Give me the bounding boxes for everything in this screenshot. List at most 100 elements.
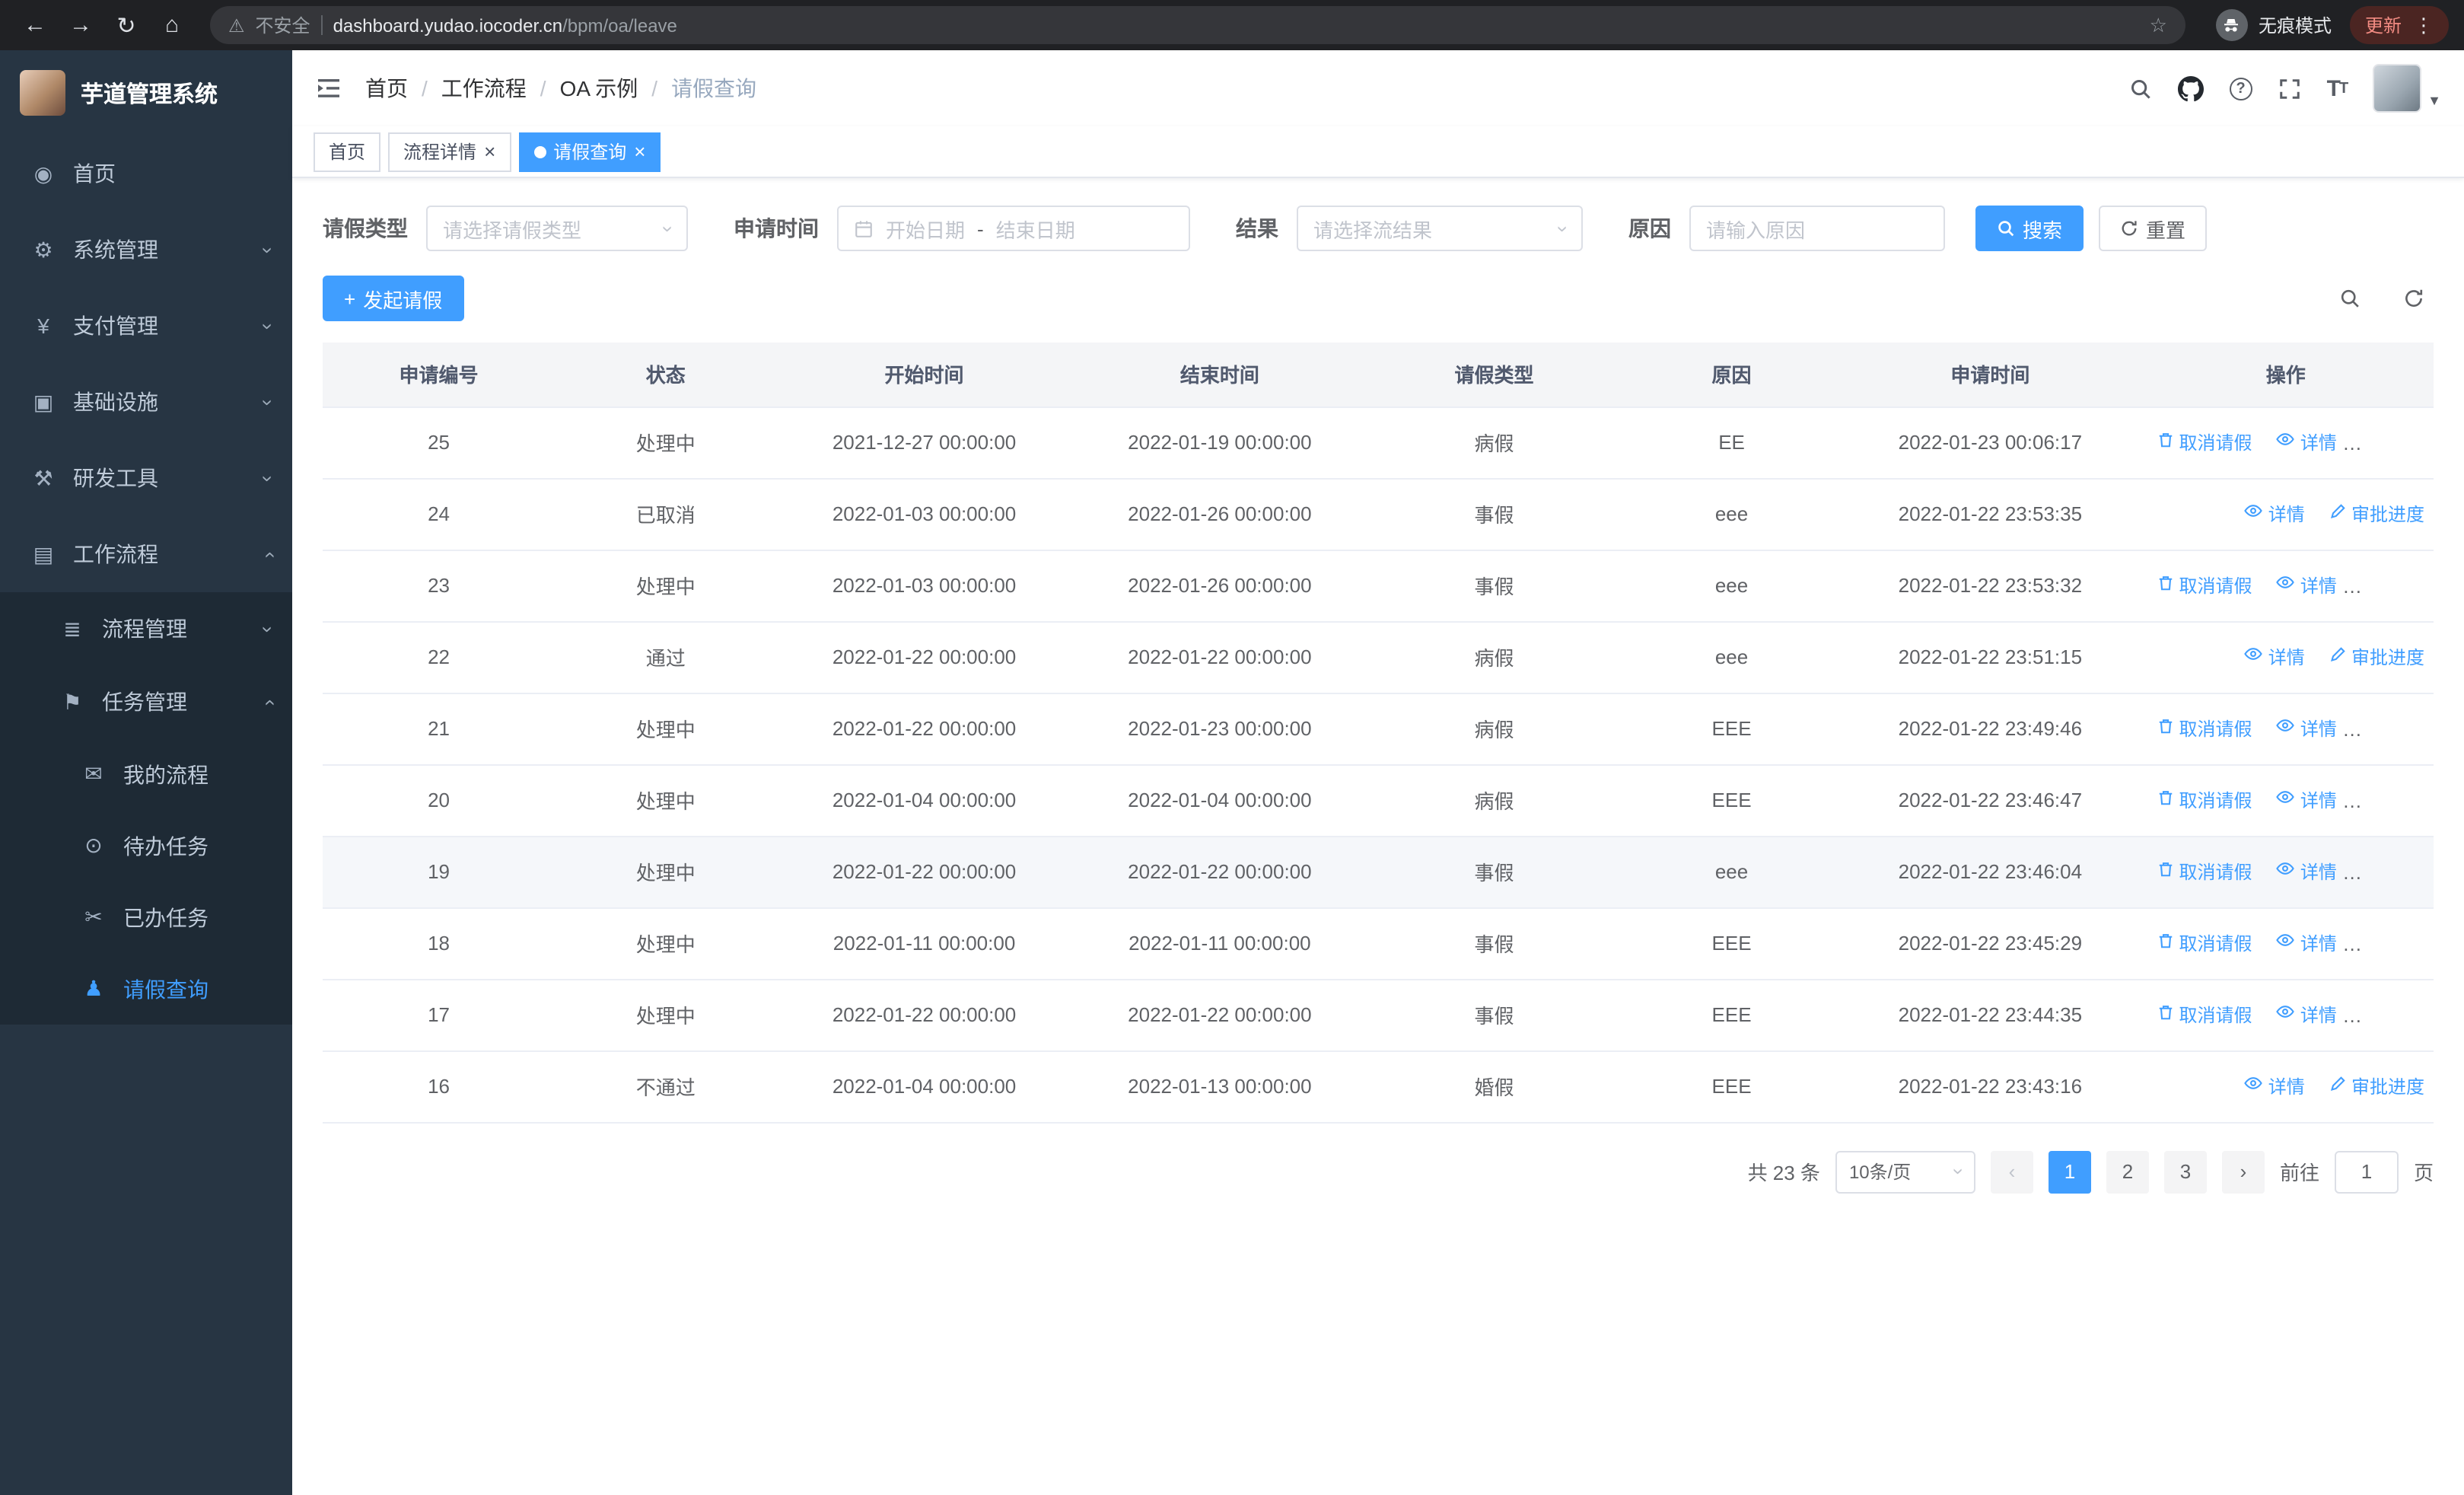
- cancel-leave-link[interactable]: 取消请假: [2157, 931, 2252, 957]
- bookmark-star-icon[interactable]: ☆: [2150, 13, 2167, 37]
- detail-link[interactable]: 详情: [2244, 501, 2305, 527]
- sidebar-item-请假查询[interactable]: ♟ 请假查询: [0, 953, 292, 1025]
- detail-link[interactable]: 详情: [2244, 1073, 2305, 1099]
- result-select[interactable]: 请选择流结果 ›: [1297, 206, 1583, 251]
- home-button[interactable]: ⌂: [152, 5, 192, 45]
- sidebar-item-label: 我的流程: [123, 762, 209, 786]
- task-icon: ⚑: [62, 689, 82, 713]
- sidebar-fold-icon[interactable]: [315, 75, 342, 102]
- toggle-search-icon[interactable]: [2330, 279, 2370, 318]
- date-range-picker[interactable]: 开始日期 - 结束日期: [837, 206, 1190, 251]
- approval-progress-link[interactable]: 审批进度: [2329, 502, 2424, 528]
- detail-link[interactable]: 详情: [2276, 1002, 2337, 1028]
- github-icon[interactable]: [2177, 75, 2204, 101]
- breadcrumb-oa-example[interactable]: OA 示例: [560, 73, 638, 104]
- cell-reason: EEE: [1620, 764, 1843, 837]
- user-menu[interactable]: ▼: [2373, 64, 2441, 113]
- detail-link[interactable]: 详情: [2276, 930, 2337, 956]
- page-button-3[interactable]: 3: [2163, 1150, 2207, 1193]
- goto-page-input[interactable]: [2334, 1150, 2399, 1193]
- cancel-leave-link[interactable]: 取消请假: [2157, 1003, 2252, 1028]
- leave-type-select[interactable]: 请选择请假类型 ›: [426, 206, 688, 251]
- breadcrumb-home[interactable]: 首页: [365, 73, 408, 104]
- col-actions: 操作: [2138, 343, 2434, 407]
- sidebar-item-待办任务[interactable]: ⊙ 待办任务: [0, 810, 292, 881]
- back-button[interactable]: ←: [15, 5, 55, 45]
- approval-progress-link[interactable]: 审批进度: [2361, 1003, 2434, 1028]
- update-label: 更新: [2364, 15, 2402, 37]
- forward-button[interactable]: →: [61, 5, 100, 45]
- font-size-icon[interactable]: TT: [2327, 75, 2349, 101]
- trash-icon: [2157, 1004, 2175, 1027]
- approval-progress-link[interactable]: 审批进度: [2329, 645, 2424, 671]
- cancel-leave-link[interactable]: 取消请假: [2157, 573, 2252, 599]
- sidebar-item-工作流程[interactable]: ▤ 工作流程 ›: [0, 516, 292, 592]
- search-icon[interactable]: [2129, 77, 2152, 100]
- next-page-button[interactable]: ›: [2221, 1150, 2265, 1193]
- cell-leave-type: 病假: [1367, 764, 1621, 837]
- page-button-2[interactable]: 2: [2106, 1150, 2149, 1193]
- filter-label: 结果: [1236, 216, 1278, 241]
- reload-button[interactable]: ↻: [107, 5, 146, 45]
- approval-progress-link[interactable]: 审批进度: [2361, 859, 2434, 885]
- cell-id: 18: [323, 907, 556, 980]
- cell-apply-time: 2022-01-22 23:46:04: [1842, 836, 2138, 908]
- cancel-leave-link[interactable]: 取消请假: [2157, 788, 2252, 814]
- sidebar-item-支付管理[interactable]: ¥ 支付管理 ›: [0, 288, 292, 364]
- breadcrumb-workflow[interactable]: 工作流程: [441, 73, 527, 104]
- close-icon[interactable]: ×: [634, 142, 645, 161]
- detail-link[interactable]: 详情: [2276, 429, 2337, 455]
- yen-icon: ¥: [37, 314, 49, 338]
- search-button[interactable]: 搜索: [1975, 206, 2084, 251]
- cell-reason: EEE: [1620, 907, 1843, 980]
- tab-home[interactable]: 首页: [314, 132, 381, 171]
- create-leave-button[interactable]: + 发起请假: [323, 276, 464, 321]
- cell-actions: 取消请假 详情 审批进度: [2138, 907, 2434, 980]
- cell-start-time: 2022-01-03 00:00:00: [776, 550, 1072, 622]
- refresh-icon[interactable]: [2394, 279, 2434, 318]
- sidebar-item-系统管理[interactable]: ⚙ 系统管理 ›: [0, 212, 292, 288]
- detail-link[interactable]: 详情: [2244, 644, 2305, 670]
- approval-progress-link[interactable]: 审批进度: [2361, 430, 2434, 456]
- table-row: 21 处理中 2022-01-22 00:00:00 2022-01-23 00…: [323, 693, 2434, 765]
- browser-menu-icon[interactable]: ⋮: [2414, 13, 2434, 37]
- sidebar-item-首页[interactable]: ◉ 首页: [0, 135, 292, 212]
- approval-progress-link[interactable]: 审批进度: [2361, 573, 2434, 599]
- update-chip[interactable]: 更新 ⋮: [2349, 6, 2449, 44]
- reason-input[interactable]: 请输入原因: [1689, 206, 1945, 251]
- approval-progress-link[interactable]: 审批进度: [2329, 1074, 2424, 1100]
- tab-process-detail[interactable]: 流程详情 ×: [388, 132, 511, 171]
- approval-progress-link[interactable]: 审批进度: [2361, 931, 2434, 957]
- sidebar-item-基础设施[interactable]: ▣ 基础设施 ›: [0, 364, 292, 440]
- navbar-actions: ? TT ▼: [2129, 64, 2441, 113]
- cell-apply-time: 2022-01-23 00:06:17: [1842, 406, 2138, 479]
- sidebar-item-已办任务[interactable]: ✂ 已办任务: [0, 881, 292, 953]
- cancel-leave-link[interactable]: 取消请假: [2157, 859, 2252, 885]
- detail-link[interactable]: 详情: [2276, 859, 2337, 885]
- close-icon[interactable]: ×: [484, 142, 495, 161]
- cell-apply-time: 2022-01-22 23:53:35: [1842, 478, 2138, 550]
- prev-page-button[interactable]: ‹: [1990, 1150, 2033, 1193]
- cell-apply-time: 2022-01-22 23:53:32: [1842, 550, 2138, 622]
- detail-link[interactable]: 详情: [2276, 716, 2337, 741]
- page-size-select[interactable]: 10条/页 ›: [1835, 1150, 1975, 1193]
- detail-link[interactable]: 详情: [2276, 572, 2337, 598]
- sidebar-item-我的流程[interactable]: ✉ 我的流程: [0, 738, 292, 810]
- page-button-1[interactable]: 1: [2048, 1150, 2091, 1193]
- help-icon[interactable]: ?: [2229, 77, 2252, 100]
- address-bar[interactable]: ⚠ 不安全 dashboard.yudao.iocoder.cn/bpm/oa/…: [210, 6, 2185, 44]
- approval-progress-link[interactable]: 审批进度: [2361, 716, 2434, 742]
- cancel-leave-link[interactable]: 取消请假: [2157, 430, 2252, 456]
- cell-reason: EEE: [1620, 693, 1843, 765]
- sidebar-item-研发工具[interactable]: ⚒ 研发工具 ›: [0, 440, 292, 516]
- pen-icon: [2361, 861, 2379, 884]
- tab-leave-query[interactable]: 请假查询 ×: [518, 132, 661, 171]
- sidebar-item-任务管理[interactable]: ⚑ 任务管理 ›: [0, 665, 292, 738]
- detail-link[interactable]: 详情: [2276, 787, 2337, 813]
- fullscreen-icon[interactable]: [2278, 77, 2301, 100]
- table-row: 19 处理中 2022-01-22 00:00:00 2022-01-22 00…: [323, 836, 2434, 908]
- sidebar-item-流程管理[interactable]: ≣ 流程管理 ›: [0, 592, 292, 665]
- reset-button[interactable]: 重置: [2099, 206, 2208, 251]
- approval-progress-link[interactable]: 审批进度: [2361, 788, 2434, 814]
- cancel-leave-link[interactable]: 取消请假: [2157, 716, 2252, 742]
